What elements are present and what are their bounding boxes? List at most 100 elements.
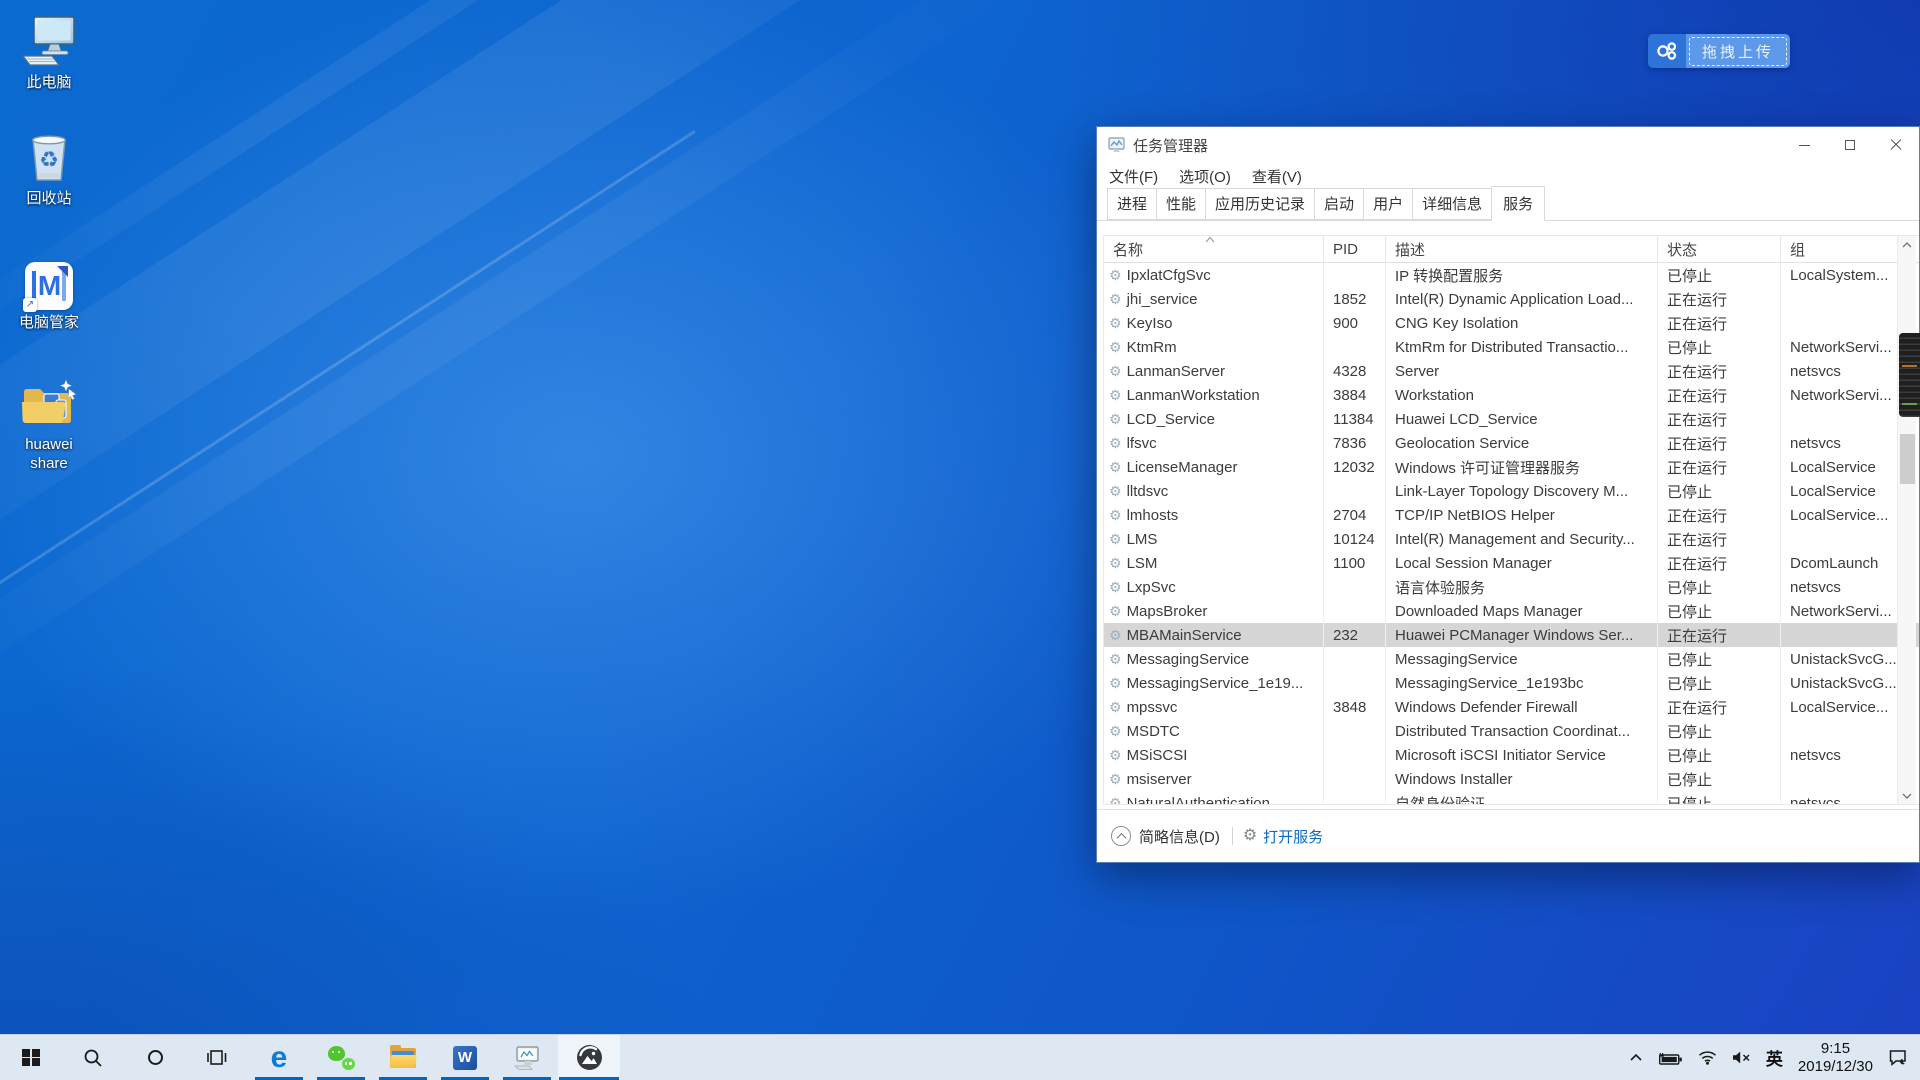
service-gear-icon: ⚙ bbox=[1109, 268, 1122, 282]
service-row[interactable]: ⚙IpxlatCfgSvc IP 转换配置服务 已停止 LocalSystem.… bbox=[1104, 263, 1919, 287]
tab-details[interactable]: 详细信息 bbox=[1412, 188, 1492, 220]
open-services-label: 打开服务 bbox=[1263, 826, 1323, 847]
cortana-button[interactable] bbox=[124, 1035, 186, 1080]
menu-file[interactable]: 文件(F) bbox=[1109, 166, 1158, 187]
service-gear-icon: ⚙ bbox=[1109, 700, 1122, 714]
battery-icon[interactable] bbox=[1658, 1051, 1683, 1065]
service-status: 已停止 bbox=[1658, 671, 1781, 695]
taskbar-app-edge[interactable]: e bbox=[248, 1035, 310, 1080]
service-pid bbox=[1324, 791, 1386, 805]
service-row[interactable]: ⚙lmhosts 2704 TCP/IP NetBIOS Helper 正在运行… bbox=[1104, 503, 1919, 527]
hidden-icons-chevron[interactable] bbox=[1629, 1053, 1643, 1062]
service-description: 自然身份验证 bbox=[1386, 791, 1658, 805]
service-row[interactable]: ⚙MSDTC Distributed Transaction Coordinat… bbox=[1104, 719, 1919, 743]
service-status: 已停止 bbox=[1658, 263, 1781, 287]
service-row[interactable]: ⚙LicenseManager 12032 Windows 许可证管理器服务 正… bbox=[1104, 455, 1919, 479]
drag-upload-widget[interactable]: 拖拽上传 bbox=[1648, 34, 1790, 68]
service-row[interactable]: ⚙MBAMainService 232 Huawei PCManager Win… bbox=[1104, 623, 1919, 647]
taskbar-clock[interactable]: 9:15 2019/12/30 bbox=[1798, 1040, 1873, 1075]
service-group: NetworkServi... bbox=[1781, 335, 1898, 359]
scroll-up-arrow[interactable] bbox=[1898, 236, 1916, 253]
cortana-icon bbox=[148, 1050, 163, 1065]
taskbar-app-wechat[interactable] bbox=[310, 1035, 372, 1080]
taskbar-app-file-explorer[interactable] bbox=[372, 1035, 434, 1080]
service-row[interactable]: ⚙MapsBroker Downloaded Maps Manager 已停止 … bbox=[1104, 599, 1919, 623]
service-row[interactable]: ⚙LMS 10124 Intel(R) Management and Secur… bbox=[1104, 527, 1919, 551]
service-row[interactable]: ⚙mpssvc 3848 Windows Defender Firewall 正… bbox=[1104, 695, 1919, 719]
service-pid: 1852 bbox=[1324, 287, 1386, 311]
service-row[interactable]: ⚙msiserver Windows Installer 已停止 bbox=[1104, 767, 1919, 791]
task-view-button[interactable] bbox=[186, 1035, 248, 1080]
service-row[interactable]: ⚙LanmanServer 4328 Server 正在运行 netsvcs bbox=[1104, 359, 1919, 383]
brief-info-toggle[interactable]: 简略信息(D) bbox=[1139, 826, 1220, 847]
menu-view[interactable]: 查看(V) bbox=[1252, 166, 1302, 187]
search-button[interactable] bbox=[62, 1035, 124, 1080]
volume-muted-icon[interactable] bbox=[1732, 1050, 1751, 1065]
service-status: 已停止 bbox=[1658, 575, 1781, 599]
service-status: 已停止 bbox=[1658, 791, 1781, 805]
service-row[interactable]: ⚙jhi_service 1852 Intel(R) Dynamic Appli… bbox=[1104, 287, 1919, 311]
desktop-icon-pc-manager[interactable]: M ↗ 电脑管家 bbox=[6, 252, 92, 332]
service-row[interactable]: ⚙LCD_Service 11384 Huawei LCD_Service 正在… bbox=[1104, 407, 1919, 431]
ime-indicator[interactable]: 英 bbox=[1766, 1045, 1783, 1070]
desktop-icon-recycle-bin[interactable]: ♻ 回收站 bbox=[6, 128, 92, 208]
start-button[interactable] bbox=[0, 1035, 62, 1080]
title-bar[interactable]: 任务管理器 bbox=[1097, 127, 1919, 163]
taskbar-app-task-manager[interactable] bbox=[496, 1035, 558, 1080]
open-services-link[interactable]: ⚙ 打开服务 bbox=[1243, 826, 1323, 847]
service-row[interactable]: ⚙lfsvc 7836 Geolocation Service 正在运行 net… bbox=[1104, 431, 1919, 455]
scrollbar-thumb[interactable] bbox=[1900, 434, 1915, 484]
desktop-icon-huawei-share[interactable]: huawei share bbox=[6, 374, 92, 473]
service-row[interactable]: ⚙LSM 1100 Local Session Manager 正在运行 Dco… bbox=[1104, 551, 1919, 575]
service-row[interactable]: ⚙LxpSvc 语言体验服务 已停止 netsvcs bbox=[1104, 575, 1919, 599]
service-row[interactable]: ⚙MessagingService MessagingService 已停止 U… bbox=[1104, 647, 1919, 671]
drag-upload-button[interactable]: 拖拽上传 bbox=[1686, 34, 1790, 68]
service-row[interactable]: ⚙KeyIso 900 CNG Key Isolation 正在运行 bbox=[1104, 311, 1919, 335]
maximize-button[interactable] bbox=[1827, 127, 1873, 163]
scroll-down-arrow[interactable] bbox=[1898, 787, 1916, 804]
collapse-details-icon[interactable] bbox=[1111, 826, 1131, 846]
tab-performance[interactable]: 性能 bbox=[1156, 188, 1206, 220]
sort-ascending-icon bbox=[1204, 236, 1216, 243]
divider bbox=[1232, 827, 1233, 845]
service-gear-icon: ⚙ bbox=[1109, 772, 1122, 786]
tab-app-history[interactable]: 应用历史记录 bbox=[1205, 188, 1315, 220]
service-status: 已停止 bbox=[1658, 335, 1781, 359]
tab-services[interactable]: 服务 bbox=[1491, 186, 1545, 221]
column-header-group[interactable]: 组 bbox=[1781, 236, 1898, 262]
service-row[interactable]: ⚙LanmanWorkstation 3884 Workstation 正在运行… bbox=[1104, 383, 1919, 407]
service-description: Microsoft iSCSI Initiator Service bbox=[1386, 743, 1658, 767]
column-header-description[interactable]: 描述 bbox=[1386, 236, 1658, 262]
service-row[interactable]: ⚙KtmRm KtmRm for Distributed Transactio.… bbox=[1104, 335, 1919, 359]
service-row[interactable]: ⚙MessagingService_1e19... MessagingServi… bbox=[1104, 671, 1919, 695]
wifi-icon[interactable] bbox=[1698, 1050, 1717, 1065]
service-group bbox=[1781, 623, 1898, 647]
service-description: CNG Key Isolation bbox=[1386, 311, 1658, 335]
tab-users[interactable]: 用户 bbox=[1363, 188, 1413, 220]
taskbar-app-word[interactable]: W bbox=[434, 1035, 496, 1080]
service-row[interactable]: ⚙MSiSCSI Microsoft iSCSI Initiator Servi… bbox=[1104, 743, 1919, 767]
menu-options[interactable]: 选项(O) bbox=[1179, 166, 1231, 187]
service-description: Local Session Manager bbox=[1386, 551, 1658, 575]
service-status: 正在运行 bbox=[1658, 551, 1781, 575]
vertical-scrollbar[interactable] bbox=[1897, 236, 1916, 804]
taskbar-app-gallery[interactable] bbox=[558, 1035, 620, 1080]
close-button[interactable] bbox=[1873, 127, 1919, 163]
service-group: netsvcs bbox=[1781, 431, 1898, 455]
service-gear-icon: ⚙ bbox=[1109, 460, 1122, 474]
minimize-button[interactable] bbox=[1781, 127, 1827, 163]
service-group: NetworkServi... bbox=[1781, 383, 1898, 407]
service-row[interactable]: ⚙NaturalAuthentication 自然身份验证 已停止 netsvc… bbox=[1104, 791, 1919, 805]
action-center-icon[interactable] bbox=[1888, 1049, 1908, 1066]
service-group: netsvcs bbox=[1781, 743, 1898, 767]
service-row[interactable]: ⚙lltdsvc Link-Layer Topology Discovery M… bbox=[1104, 479, 1919, 503]
service-pid bbox=[1324, 767, 1386, 791]
service-pid bbox=[1324, 743, 1386, 767]
column-header-status[interactable]: 状态 bbox=[1658, 236, 1781, 262]
tab-startup[interactable]: 启动 bbox=[1314, 188, 1364, 220]
service-pid: 2704 bbox=[1324, 503, 1386, 527]
service-group: netsvcs bbox=[1781, 791, 1898, 805]
column-header-pid[interactable]: PID bbox=[1324, 236, 1386, 262]
desktop-icon-this-pc[interactable]: 此电脑 bbox=[6, 12, 92, 92]
tab-processes[interactable]: 进程 bbox=[1107, 188, 1157, 220]
